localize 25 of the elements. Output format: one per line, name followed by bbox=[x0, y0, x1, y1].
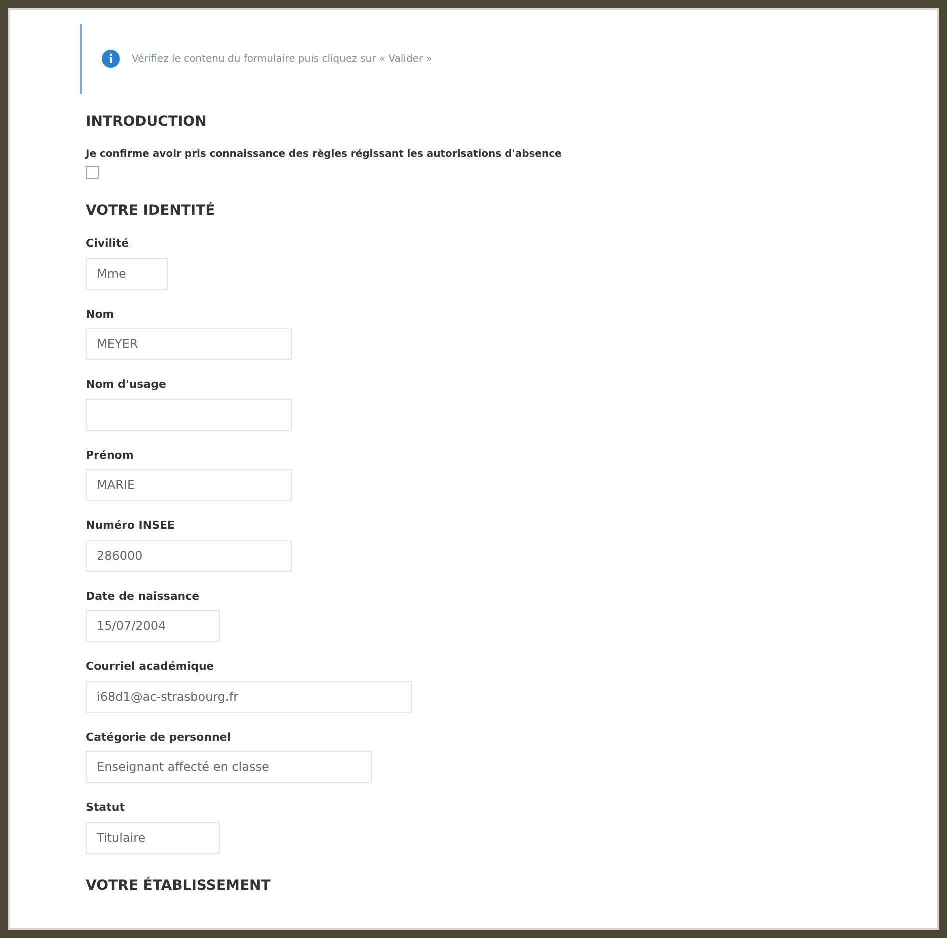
input-field[interactable]: MARIE bbox=[86, 469, 292, 501]
input-field[interactable]: Titulaire bbox=[86, 822, 220, 854]
field-label: Numéro INSEE bbox=[86, 518, 176, 534]
field-label: Date de naissance bbox=[86, 588, 201, 604]
field-label: Prénom bbox=[86, 448, 135, 464]
section-heading: VOTRE IDENTITÉ bbox=[86, 201, 216, 221]
input-field[interactable]: 15/07/2004 bbox=[86, 610, 220, 642]
input-field[interactable]: i68d1@ac-strasbourg.fr bbox=[86, 680, 412, 712]
info-message: Vérifiez le contenu du formulaire puis cliquez sur « Valider » bbox=[132, 52, 432, 66]
field-label: Courriel académique bbox=[86, 659, 216, 675]
input-field[interactable]: Mme bbox=[86, 258, 168, 290]
input-field[interactable] bbox=[86, 398, 292, 430]
field-label: Statut bbox=[86, 800, 126, 816]
consent-statement: Je confirme avoir pris connaissance des règles régissant les autorisations d'absence bbox=[86, 148, 563, 162]
section-heading: INTRODUCTION bbox=[86, 113, 208, 132]
consent-checkbox[interactable] bbox=[86, 166, 99, 179]
section-heading: VOTRE ÉTABLISSEMENT bbox=[86, 876, 272, 896]
input-field[interactable]: 286000 bbox=[86, 540, 292, 572]
field-label: Catégorie de personnel bbox=[86, 730, 232, 746]
info-icon bbox=[102, 50, 120, 68]
field-label: Nom d'usage bbox=[86, 377, 168, 393]
field-label: Nom bbox=[86, 306, 116, 322]
field-label: Civilité bbox=[86, 236, 130, 252]
input-field[interactable]: MEYER bbox=[86, 328, 292, 360]
input-field[interactable]: Enseignant affecté en classe bbox=[86, 751, 372, 783]
